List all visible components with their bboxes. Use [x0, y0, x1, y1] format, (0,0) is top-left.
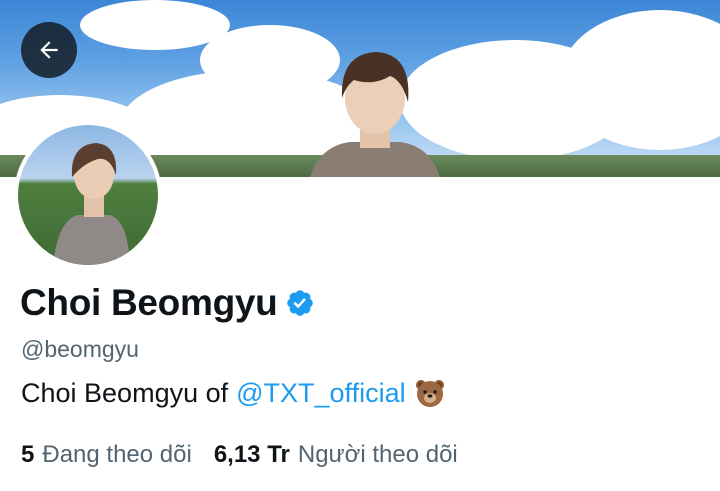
- followers-count: 6,13 Tr: [213, 441, 290, 468]
- name-row: Choi Beomgyu: [20, 282, 315, 324]
- bear-icon: [415, 380, 444, 407]
- display-name: Choi Beomgyu: [20, 282, 278, 323]
- following-count: 5: [21, 441, 35, 468]
- avatar-image: [18, 125, 158, 265]
- avatar-person: [53, 143, 130, 265]
- avatar[interactable]: [14, 121, 162, 269]
- bio: Choi Beomgyu of @TXT_official: [21, 377, 446, 409]
- arrow-left-icon: [40, 41, 58, 59]
- following-label: Đang theo dõi: [42, 441, 192, 468]
- following-stat[interactable]: 5 Đang theo dõi: [21, 441, 192, 469]
- cloud: [80, 0, 230, 50]
- username-handle: @beomgyu: [21, 336, 139, 362]
- followers-label: Người theo dõi: [297, 441, 458, 468]
- bio-mention-link[interactable]: @TXT_official: [236, 378, 405, 409]
- bio-text: Choi Beomgyu of: [21, 377, 229, 408]
- followers-stat[interactable]: 6,13 Tr Người theo dõi: [214, 441, 458, 469]
- verified-badge-icon[interactable]: [285, 288, 315, 318]
- back-button[interactable]: [21, 22, 77, 78]
- banner-person-image: [310, 52, 440, 177]
- profile-stats: 5 Đang theo dõi 6,13 Tr Người theo dõi: [21, 441, 480, 469]
